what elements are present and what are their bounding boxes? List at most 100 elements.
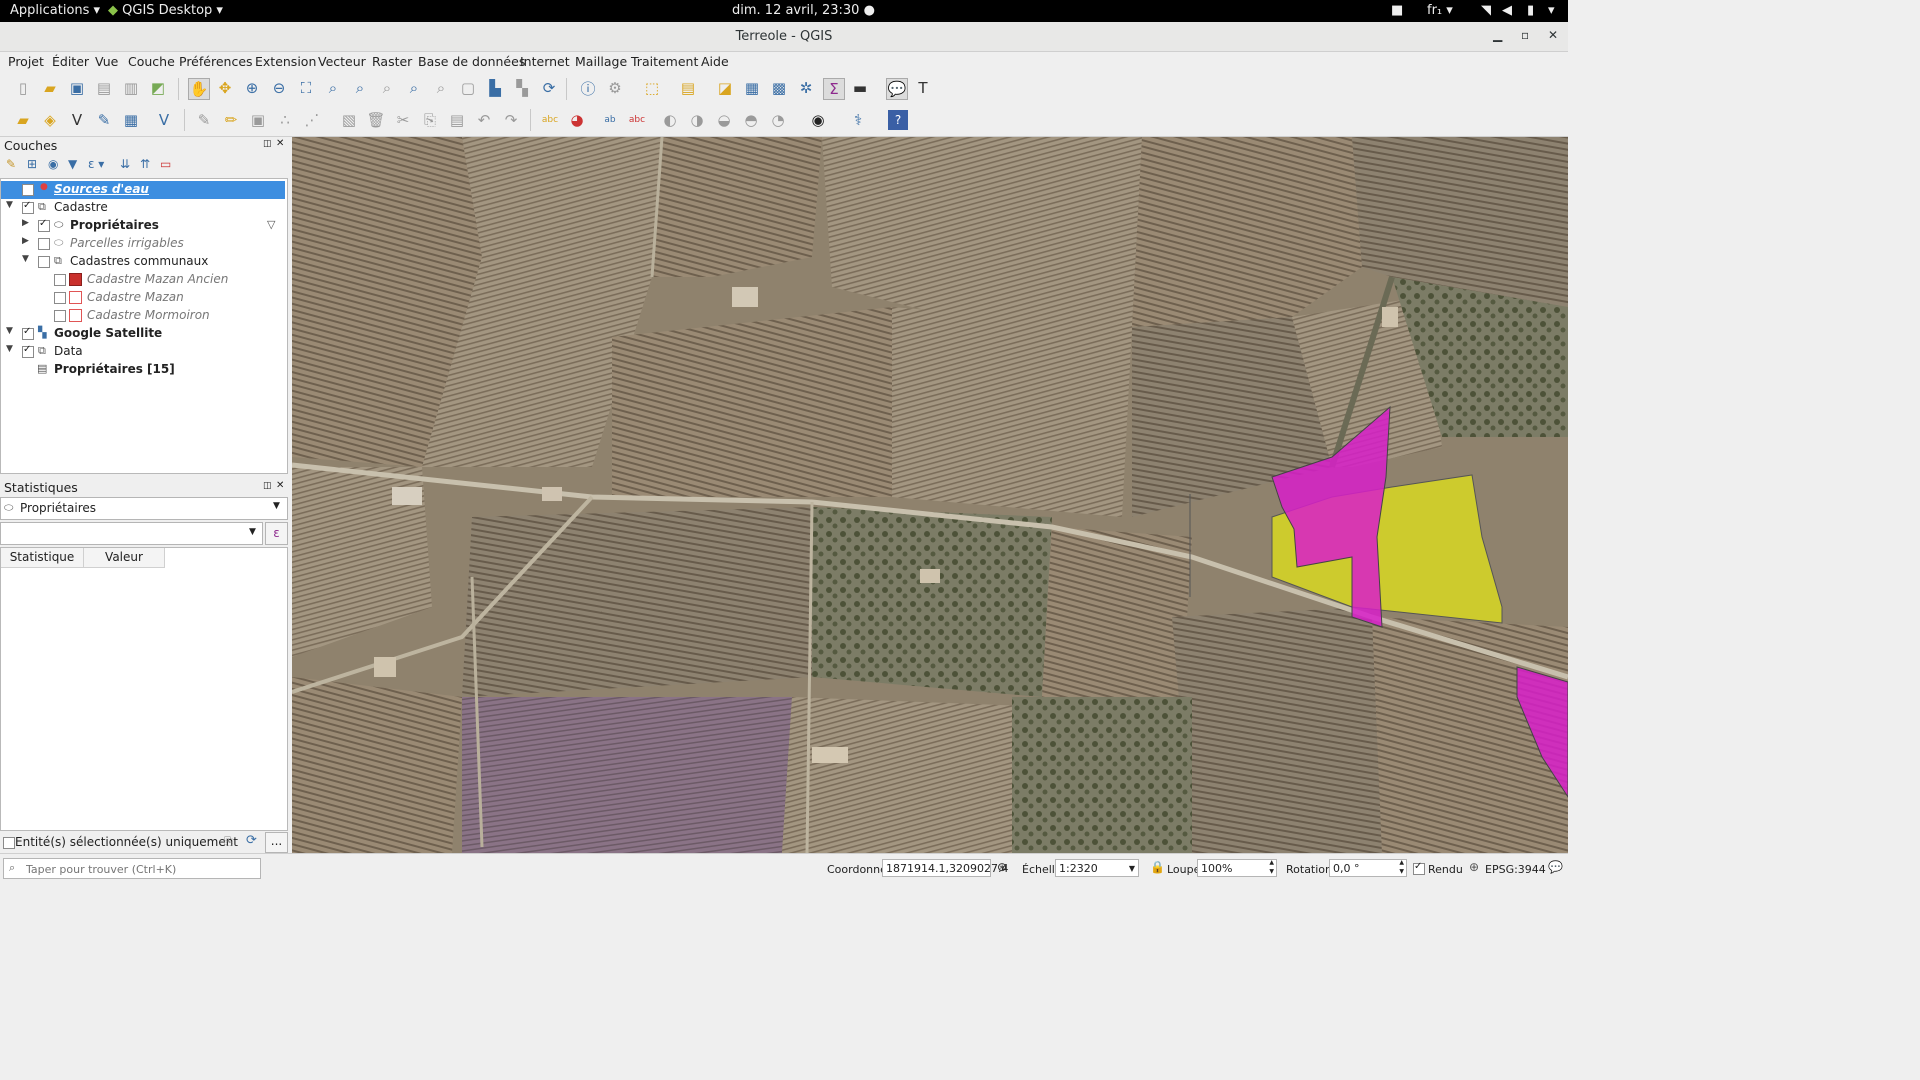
- applications-menu[interactable]: Applications ▾: [10, 3, 100, 18]
- select-by-value-icon[interactable]: ▤: [678, 78, 698, 98]
- expand-all-icon[interactable]: ⇊: [120, 157, 130, 171]
- layer-google-satellite[interactable]: ▼ ▚ Google Satellite: [1, 325, 285, 343]
- minimize-button[interactable]: ▁: [1493, 28, 1502, 42]
- crs-button[interactable]: EPSG:3944: [1485, 863, 1546, 876]
- field-calculator-icon[interactable]: ▩: [769, 78, 789, 98]
- menu-raster[interactable]: Raster: [372, 54, 412, 69]
- close-panel-icon[interactable]: ✕: [276, 480, 284, 491]
- pan-hand-icon[interactable]: ✋: [188, 78, 210, 100]
- layer-sources-deau[interactable]: ● Sources d'eau: [1, 181, 285, 199]
- modify-attributes-icon[interactable]: ▧: [339, 110, 359, 130]
- attribute-table-icon[interactable]: ▦: [742, 78, 762, 98]
- system-menu-chevron-icon[interactable]: ▾: [1548, 3, 1555, 18]
- change-label-icon[interactable]: ◒: [714, 110, 734, 130]
- layer-checkbox[interactable]: [54, 292, 66, 304]
- menu-couche[interactable]: Couche: [128, 54, 175, 69]
- processing-toolbox-icon[interactable]: ✲: [796, 78, 816, 98]
- pan-to-selection-icon[interactable]: ✥: [215, 78, 235, 98]
- app-menu[interactable]: ◆ QGIS Desktop ▾: [108, 3, 223, 18]
- filter-icon[interactable]: ▽: [267, 218, 275, 231]
- clock[interactable]: dim. 12 avril, 23:30 ●: [732, 3, 875, 18]
- menu-traitement[interactable]: Traitement: [631, 54, 698, 69]
- add-vector-layer-icon[interactable]: V: [154, 110, 174, 130]
- zoom-last-icon[interactable]: ⌕: [404, 78, 424, 98]
- more-button[interactable]: ...: [265, 832, 288, 853]
- menu-extension[interactable]: Extension: [255, 54, 316, 69]
- render-checkbox[interactable]: [1413, 861, 1425, 875]
- show-bookmarks-icon[interactable]: ▚: [512, 78, 532, 98]
- menu-aide[interactable]: Aide: [701, 54, 729, 69]
- layer-checkbox[interactable]: [38, 238, 50, 250]
- parcels-magenta[interactable]: [292, 137, 1568, 853]
- float-panel-icon[interactable]: ◫: [263, 481, 272, 491]
- column-header-valeur[interactable]: Valeur: [84, 548, 165, 568]
- filter-expression-icon[interactable]: ε ▾: [88, 157, 104, 171]
- lock-scale-icon[interactable]: 🔒: [1150, 860, 1165, 874]
- layer-parcelles-irrigables[interactable]: ▶ ⬭ Parcelles irrigables: [1, 235, 285, 253]
- new-print-layout-icon[interactable]: ▤: [94, 78, 114, 98]
- new-project-icon[interactable]: ▯: [13, 78, 33, 98]
- add-virtual-layer-icon[interactable]: ✎: [94, 110, 114, 130]
- expand-arrow-icon[interactable]: ▼: [6, 200, 13, 210]
- pin-labels-icon[interactable]: ab: [600, 110, 620, 130]
- save-project-icon[interactable]: ▣: [67, 78, 87, 98]
- zoom-layer-icon[interactable]: ⌕: [350, 78, 370, 98]
- field-combobox[interactable]: ▼: [0, 522, 263, 545]
- expand-arrow-icon[interactable]: ▼: [6, 344, 13, 354]
- layer-checkbox[interactable]: [22, 200, 34, 214]
- measure-icon[interactable]: ▬: [850, 78, 870, 98]
- run-action-icon[interactable]: ⚙: [605, 78, 625, 98]
- python-console-icon[interactable]: ⚕: [848, 110, 868, 130]
- undo-icon[interactable]: ↶: [474, 110, 494, 130]
- keyboard-layout[interactable]: fr₁ ▾: [1427, 3, 1453, 18]
- layer-checkbox[interactable]: [22, 184, 34, 196]
- table-proprietaires-15[interactable]: ▤ Propriétaires [15]: [1, 361, 285, 379]
- help-icon[interactable]: ?: [888, 110, 908, 130]
- layout-manager-icon[interactable]: ▥: [121, 78, 141, 98]
- layer-checkbox[interactable]: [22, 344, 34, 358]
- new-geopackage-icon[interactable]: ◈: [40, 110, 60, 130]
- layer-checkbox[interactable]: [54, 274, 66, 286]
- menu-maillage[interactable]: Maillage: [575, 54, 627, 69]
- scale-combobox[interactable]: 1:2320 ▼: [1055, 859, 1139, 877]
- save-edits-icon[interactable]: ▣: [248, 110, 268, 130]
- quickmapservices-icon[interactable]: ◉: [808, 110, 828, 130]
- locator-search-box[interactable]: ⌕: [3, 858, 261, 879]
- copy-features-icon[interactable]: ⎘: [420, 110, 440, 130]
- add-feature-icon[interactable]: ∴: [275, 110, 295, 130]
- manage-themes-icon[interactable]: ◉: [48, 157, 58, 171]
- zoom-selection-icon[interactable]: ⌕: [323, 78, 343, 98]
- group-data[interactable]: ▼ ⧉ Data: [1, 343, 285, 361]
- layer-proprietaires[interactable]: ▶ ⬭ Propriétaires ▽: [1, 217, 285, 235]
- current-edits-icon[interactable]: ✎: [194, 110, 214, 130]
- expand-arrow-icon[interactable]: ▶: [22, 218, 29, 228]
- new-map-view-icon[interactable]: ▢: [458, 78, 478, 98]
- layer-cadastre-mormoiron[interactable]: Cadastre Mormoiron: [1, 307, 285, 325]
- move-label-icon[interactable]: ◐: [660, 110, 680, 130]
- cut-features-icon[interactable]: ✂: [393, 110, 413, 130]
- menu-preferences[interactable]: Préférences: [179, 54, 253, 69]
- collapse-all-icon[interactable]: ⇈: [140, 157, 150, 171]
- remove-layer-icon[interactable]: ▭: [160, 157, 171, 171]
- diagram-tool-icon[interactable]: ◕: [567, 110, 587, 130]
- add-wms-icon[interactable]: ▦: [121, 110, 141, 130]
- new-shapefile-icon[interactable]: V: [67, 110, 87, 130]
- delete-selected-icon[interactable]: 🗑: [366, 110, 386, 130]
- statistics-sigma-icon[interactable]: Σ: [823, 78, 845, 100]
- maximize-button[interactable]: ▫: [1521, 28, 1529, 42]
- menu-vecteur[interactable]: Vecteur: [318, 54, 366, 69]
- rotate-label-icon[interactable]: ◑: [687, 110, 707, 130]
- style-manager-icon[interactable]: ◩: [148, 78, 168, 98]
- zoom-full-icon[interactable]: ⛶: [296, 78, 316, 98]
- wifi-icon[interactable]: ◥: [1481, 3, 1491, 18]
- locator-search-input[interactable]: [24, 860, 260, 878]
- group-cadastre[interactable]: ▼ ⧉ Cadastre: [1, 199, 285, 217]
- close-panel-icon[interactable]: ✕: [276, 138, 284, 149]
- zoom-in-icon[interactable]: ⊕: [242, 78, 262, 98]
- new-bookmark-icon[interactable]: ▙: [485, 78, 505, 98]
- map-tips-icon[interactable]: 💬: [886, 78, 908, 100]
- label-properties-icon[interactable]: ◔: [768, 110, 788, 130]
- rotation-spinbox[interactable]: 0,0 ° ▲ ▼: [1329, 859, 1407, 877]
- menu-vue[interactable]: Vue: [95, 54, 118, 69]
- spinner-arrows-icon[interactable]: ▲ ▼: [1399, 858, 1404, 876]
